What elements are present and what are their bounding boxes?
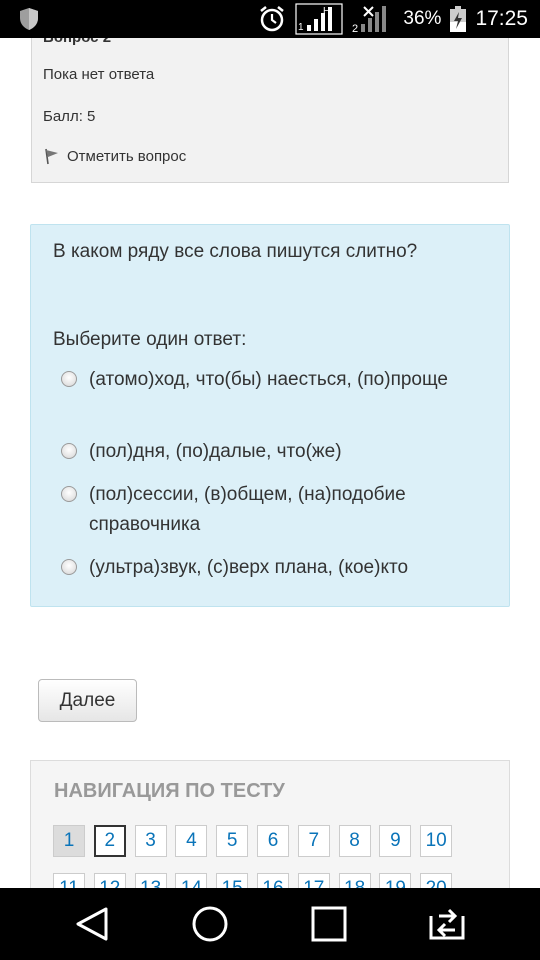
quiz-navigation-title: НАВИГАЦИЯ ПО ТЕСТУ — [54, 780, 285, 802]
answer-option-4[interactable]: (ультра)звук, (с)верх плана, (кое)кто — [61, 553, 489, 583]
back-icon[interactable] — [72, 904, 112, 944]
quiz-nav-button-12[interactable]: 12 — [93, 873, 126, 888]
quiz-navigation: НАВИГАЦИЯ ПО ТЕСТУ 123456789101112131415… — [30, 760, 510, 888]
svg-text:1: 1 — [298, 22, 304, 33]
flag-icon — [45, 148, 58, 165]
quiz-nav-button-13[interactable]: 13 — [134, 873, 167, 888]
quiz-nav-button-19[interactable]: 19 — [379, 873, 412, 888]
flag-question-label: Отметить вопрос — [67, 147, 187, 165]
quiz-nav-button-10[interactable]: 10 — [420, 825, 453, 857]
answer-label: (ультра)звук, (с)верх плана, (кое)кто — [89, 557, 409, 578]
signal-2-icon: 2 — [352, 6, 387, 34]
question-info-box: Вопрос 2 Пока нет ответа Балл: 5 Отметит… — [31, 38, 509, 183]
quiz-nav-button-16[interactable]: 16 — [257, 873, 289, 888]
flag-question-link[interactable]: Отметить вопрос — [43, 147, 186, 165]
question-grade: Балл: 5 — [43, 108, 96, 125]
svg-text:H: H — [323, 6, 330, 17]
quiz-nav-button-14[interactable]: 14 — [175, 873, 208, 888]
question-text: В каком ряду все слова пишутся слитно? — [53, 241, 418, 262]
quiz-nav-button-4[interactable]: 4 — [175, 825, 208, 857]
shield-icon — [20, 8, 38, 30]
answer-option-1[interactable]: (атомо)ход, что(бы) наесться, (по)проще — [61, 365, 469, 395]
radio-button[interactable] — [61, 486, 77, 502]
quiz-nav-button-8[interactable]: 8 — [338, 825, 371, 857]
answer-option-2[interactable]: (пол)дня, (по)далые, что(же) — [61, 437, 469, 467]
quiz-nav-button-17[interactable]: 17 — [297, 873, 330, 888]
clock: 17:25 — [475, 7, 528, 30]
answer-option-3[interactable]: (пол)сессии, (в)общем, (на)подобие справ… — [61, 480, 469, 540]
signal-h-icon: 1 H — [295, 3, 344, 35]
home-icon[interactable] — [190, 904, 230, 944]
quiz-nav-button-20[interactable]: 20 — [420, 873, 453, 888]
quiz-nav-button-9[interactable]: 9 — [379, 825, 412, 857]
status-bar: 1 H 2 36% 17:25 — [0, 0, 540, 38]
android-navigation-bar — [0, 888, 540, 960]
alarm-icon — [260, 6, 285, 32]
quiz-nav-button-5[interactable]: 5 — [216, 825, 249, 857]
quiz-nav-button-15[interactable]: 15 — [216, 873, 249, 888]
answer-label: (пол)сессии, (в)общем, (на)подобие справ… — [89, 484, 406, 535]
radio-button[interactable] — [61, 559, 77, 575]
radio-button[interactable] — [61, 371, 77, 387]
next-button[interactable]: Далее — [38, 679, 137, 722]
question-number: Вопрос 2 — [43, 38, 111, 46]
question-status: Пока нет ответа — [43, 66, 155, 83]
quiz-nav-button-11[interactable]: 11 — [53, 873, 85, 888]
quiz-nav-button-6[interactable]: 6 — [257, 825, 289, 857]
answer-label: (пол)дня, (по)далые, что(же) — [89, 441, 342, 462]
recent-apps-icon[interactable] — [309, 904, 349, 944]
quiz-nav-button-18[interactable]: 18 — [338, 873, 371, 888]
svg-text:2: 2 — [352, 23, 358, 34]
quiz-nav-button-2[interactable]: 2 — [93, 825, 126, 857]
quiz-nav-button-7[interactable]: 7 — [297, 825, 330, 857]
battery-charging-icon — [450, 6, 467, 32]
quiz-nav-button-1[interactable]: 1 — [53, 825, 85, 857]
switch-input-icon[interactable] — [427, 904, 467, 944]
question-box: В каком ряду все слова пишутся слитно? В… — [30, 224, 510, 607]
radio-button[interactable] — [61, 443, 77, 459]
battery-percent: 36% — [403, 8, 442, 29]
answer-prompt: Выберите один ответ: — [53, 329, 247, 350]
quiz-nav-button-3[interactable]: 3 — [134, 825, 167, 857]
page-content: Вопрос 2 Пока нет ответа Балл: 5 Отметит… — [0, 38, 540, 888]
answer-label: (атомо)ход, что(бы) наесться, (по)проще — [89, 369, 448, 390]
